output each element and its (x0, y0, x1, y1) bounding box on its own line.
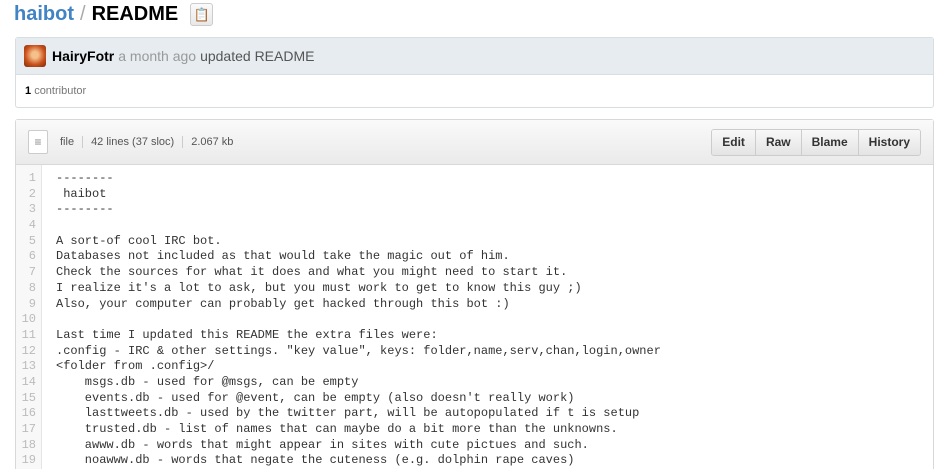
line-number[interactable]: 13 (16, 359, 36, 375)
code-line: Last time I updated this README the extr… (56, 327, 438, 342)
code-line: .config - IRC & other settings. "key val… (56, 343, 661, 358)
avatar[interactable] (24, 45, 46, 67)
file-name: README (91, 3, 179, 25)
contributors[interactable]: 1 contributor (16, 75, 933, 97)
repo-link[interactable]: haibot (14, 3, 74, 26)
file-actions: Edit Raw Blame History (711, 128, 921, 156)
raw-button[interactable]: Raw (754, 129, 801, 155)
code-line: -------- (56, 171, 114, 185)
code-line: msgs.db - used for @msgs, can be empty (56, 374, 359, 389)
line-number[interactable]: 18 (16, 438, 36, 454)
file-lines: 42 lines (37 sloc) (82, 136, 183, 148)
commit-author[interactable]: HairyFotr (52, 48, 114, 64)
commit-time: a month ago (118, 48, 197, 64)
line-number[interactable]: 1 (16, 171, 36, 187)
line-number[interactable]: 9 (16, 297, 36, 313)
file-icon: ≡ (28, 130, 48, 154)
code-lines: -------- haibot -------- A sort-of cool IR… (42, 165, 661, 469)
code-line: Also, your computer can probably get hac… (56, 296, 510, 311)
line-numbers: 1 2 3 4 5 6 7 8 9 10 11 12 13 14 15 16 17 18 19 (16, 165, 42, 470)
line-number[interactable]: 16 (16, 406, 36, 422)
blame-button[interactable]: Blame (800, 129, 858, 155)
code-view: 1 2 3 4 5 6 7 8 9 10 11 12 13 14 15 16 17 18 19 -------- h… (16, 165, 933, 470)
copy-path-button[interactable]: 📋 (190, 3, 214, 26)
line-number[interactable]: 3 (16, 202, 36, 218)
code-line: events.db - used for @event, can be empt… (56, 390, 575, 405)
line-number[interactable]: 15 (16, 391, 36, 407)
commit-message[interactable]: updated README (200, 48, 314, 64)
line-number[interactable]: 14 (16, 375, 36, 391)
line-number[interactable]: 10 (16, 312, 36, 328)
line-number[interactable]: 19 (16, 453, 36, 469)
code-line: lasttweets.db - used by the twitter part… (56, 406, 640, 421)
commit-box: HairyFotr a month ago updated README 1 c… (15, 37, 934, 108)
edit-button[interactable]: Edit (712, 129, 755, 155)
commit-header: HairyFotr a month ago updated README (16, 38, 933, 75)
line-number[interactable]: 8 (16, 281, 36, 297)
line-number[interactable]: 4 (16, 218, 36, 234)
file-meta: file 42 lines (37 sloc) 2.067 kb (60, 136, 242, 148)
code-line: awww.db - words that might appear in sit… (56, 437, 589, 452)
file-box: ≡ file 42 lines (37 sloc) 2.067 kb Edit Ra… (15, 119, 934, 470)
file-size: 2.067 kb (182, 136, 242, 148)
code-line: <folder from .config>/ (56, 359, 215, 374)
code-line: haibot (56, 186, 107, 201)
code-line: Databases not included as that would tak… (56, 249, 510, 264)
clipboard-icon: 📋 (193, 6, 210, 22)
code-line: I realize it's a lot to ask, but you mus… (56, 280, 582, 295)
line-number[interactable]: 12 (16, 344, 36, 360)
line-number[interactable]: 6 (16, 249, 36, 265)
code-line: trusted.db - list of names that can mayb… (56, 422, 618, 436)
line-number[interactable]: 7 (16, 265, 36, 281)
contributors-label: contributor (34, 85, 87, 97)
breadcrumb-separator: / (80, 3, 86, 25)
history-button[interactable]: History (857, 129, 920, 155)
contributors-count: 1 (25, 85, 32, 97)
code-line: -------- (56, 202, 114, 217)
line-number[interactable]: 17 (16, 422, 36, 438)
file-type: file (60, 136, 75, 148)
code-line: A sort-of cool IRC bot. (56, 233, 222, 248)
line-number[interactable]: 5 (16, 234, 36, 250)
file-header: ≡ file 42 lines (37 sloc) 2.067 kb Edit Ra… (16, 120, 933, 165)
code-line: noawww.db - words that negate the cutene… (56, 453, 575, 468)
line-number[interactable]: 11 (16, 328, 36, 344)
page-title: haibot / README 📋 (14, 3, 214, 26)
line-number[interactable]: 2 (16, 187, 36, 203)
code-line: Check the sources for what it does and w… (56, 265, 568, 280)
